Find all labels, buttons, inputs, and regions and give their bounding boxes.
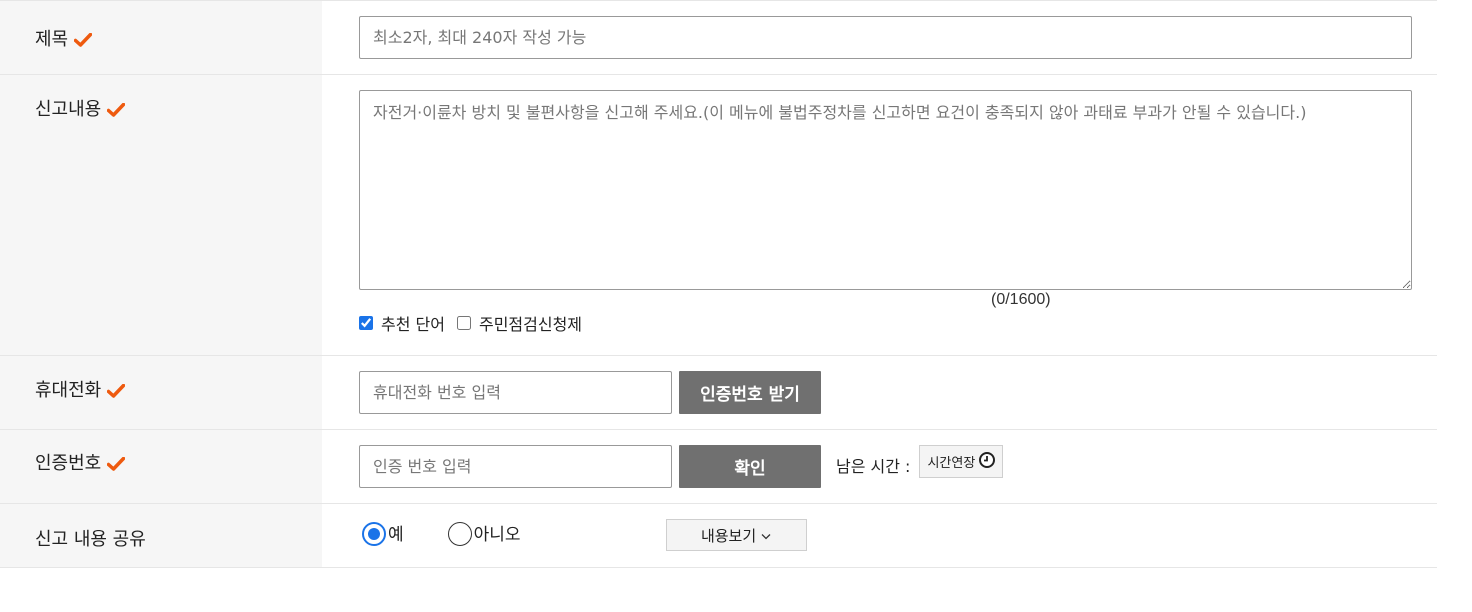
recommend-word-option[interactable]: 추천 단어 bbox=[359, 311, 445, 335]
view-content-label: 내용보기 bbox=[700, 526, 757, 545]
content-options: 추천 단어 주민점검신청제 bbox=[359, 311, 1437, 335]
phone-row: 휴대전화 인증번호 받기 bbox=[0, 356, 1437, 430]
auth-code-input[interactable] bbox=[359, 445, 672, 488]
chevron-down-icon bbox=[761, 526, 771, 544]
title-row: 제목 bbox=[0, 1, 1437, 75]
share-label-cell: 신고 내용 공유 bbox=[0, 504, 322, 567]
share-content-cell: 예 아니오 내용보기 bbox=[322, 504, 1437, 567]
title-content-cell bbox=[322, 1, 1437, 74]
phone-label-cell: 휴대전화 bbox=[0, 356, 322, 429]
title-input[interactable] bbox=[359, 16, 1412, 59]
char-counter: (0/1600) bbox=[991, 291, 1051, 308]
view-content-button[interactable]: 내용보기 bbox=[665, 519, 807, 551]
content-textarea[interactable] bbox=[359, 90, 1412, 290]
radio-circle-checked[interactable] bbox=[362, 522, 386, 546]
share-row: 신고 내용 공유 예 아니오 내용보기 bbox=[0, 504, 1437, 568]
auth-content-cell: 확인 남은 시간 : 시간연장 bbox=[322, 430, 1437, 503]
auth-label: 인증번호 bbox=[35, 453, 102, 474]
recommend-word-checkbox[interactable] bbox=[359, 316, 373, 330]
phone-label: 휴대전화 bbox=[35, 380, 102, 401]
extend-time-label: 시간연장 bbox=[927, 456, 976, 471]
confirm-button[interactable]: 확인 bbox=[679, 445, 821, 488]
recommend-word-label: 추천 단어 bbox=[381, 315, 445, 334]
content-label: 신고내용 bbox=[35, 99, 102, 120]
request-auth-code-button[interactable]: 인증번호 받기 bbox=[679, 371, 821, 414]
required-check-icon bbox=[107, 103, 126, 117]
content-content-cell: (0/1600) 추천 단어 주민점검신청제 bbox=[322, 75, 1437, 355]
content-row: 신고내용 (0/1600) 추천 단어 주민점검신청제 bbox=[0, 75, 1437, 356]
clock-icon bbox=[979, 451, 996, 472]
auth-label-cell: 인증번호 bbox=[0, 430, 322, 503]
required-check-icon bbox=[107, 384, 126, 398]
title-label: 제목 bbox=[35, 29, 69, 50]
phone-content-cell: 인증번호 받기 bbox=[322, 356, 1437, 429]
auth-row: 인증번호 확인 남은 시간 : 시간연장 bbox=[0, 430, 1437, 504]
report-form: 제목 신고내용 (0/1600) 추천 단어 주민점검신청제 bbox=[0, 0, 1437, 568]
radio-circle[interactable] bbox=[447, 522, 472, 546]
share-yes-radio[interactable]: 예 bbox=[362, 518, 404, 546]
share-no-label: 아니오 bbox=[473, 524, 521, 545]
required-check-icon bbox=[74, 33, 93, 47]
share-yes-label: 예 bbox=[388, 524, 404, 545]
share-label: 신고 내용 공유 bbox=[35, 529, 146, 550]
remaining-time-label: 남은 시간 : bbox=[836, 457, 911, 476]
required-check-icon bbox=[107, 457, 126, 471]
content-label-cell: 신고내용 bbox=[0, 75, 322, 355]
share-no-radio[interactable]: 아니오 bbox=[447, 518, 521, 546]
title-label-cell: 제목 bbox=[0, 1, 322, 74]
extend-time-button[interactable]: 시간연장 bbox=[919, 445, 1004, 478]
resident-inspection-checkbox[interactable] bbox=[456, 316, 471, 330]
resident-inspection-label: 주민점검신청제 bbox=[478, 315, 583, 334]
phone-input[interactable] bbox=[359, 371, 672, 414]
resident-inspection-option[interactable]: 주민점검신청제 bbox=[456, 311, 583, 335]
